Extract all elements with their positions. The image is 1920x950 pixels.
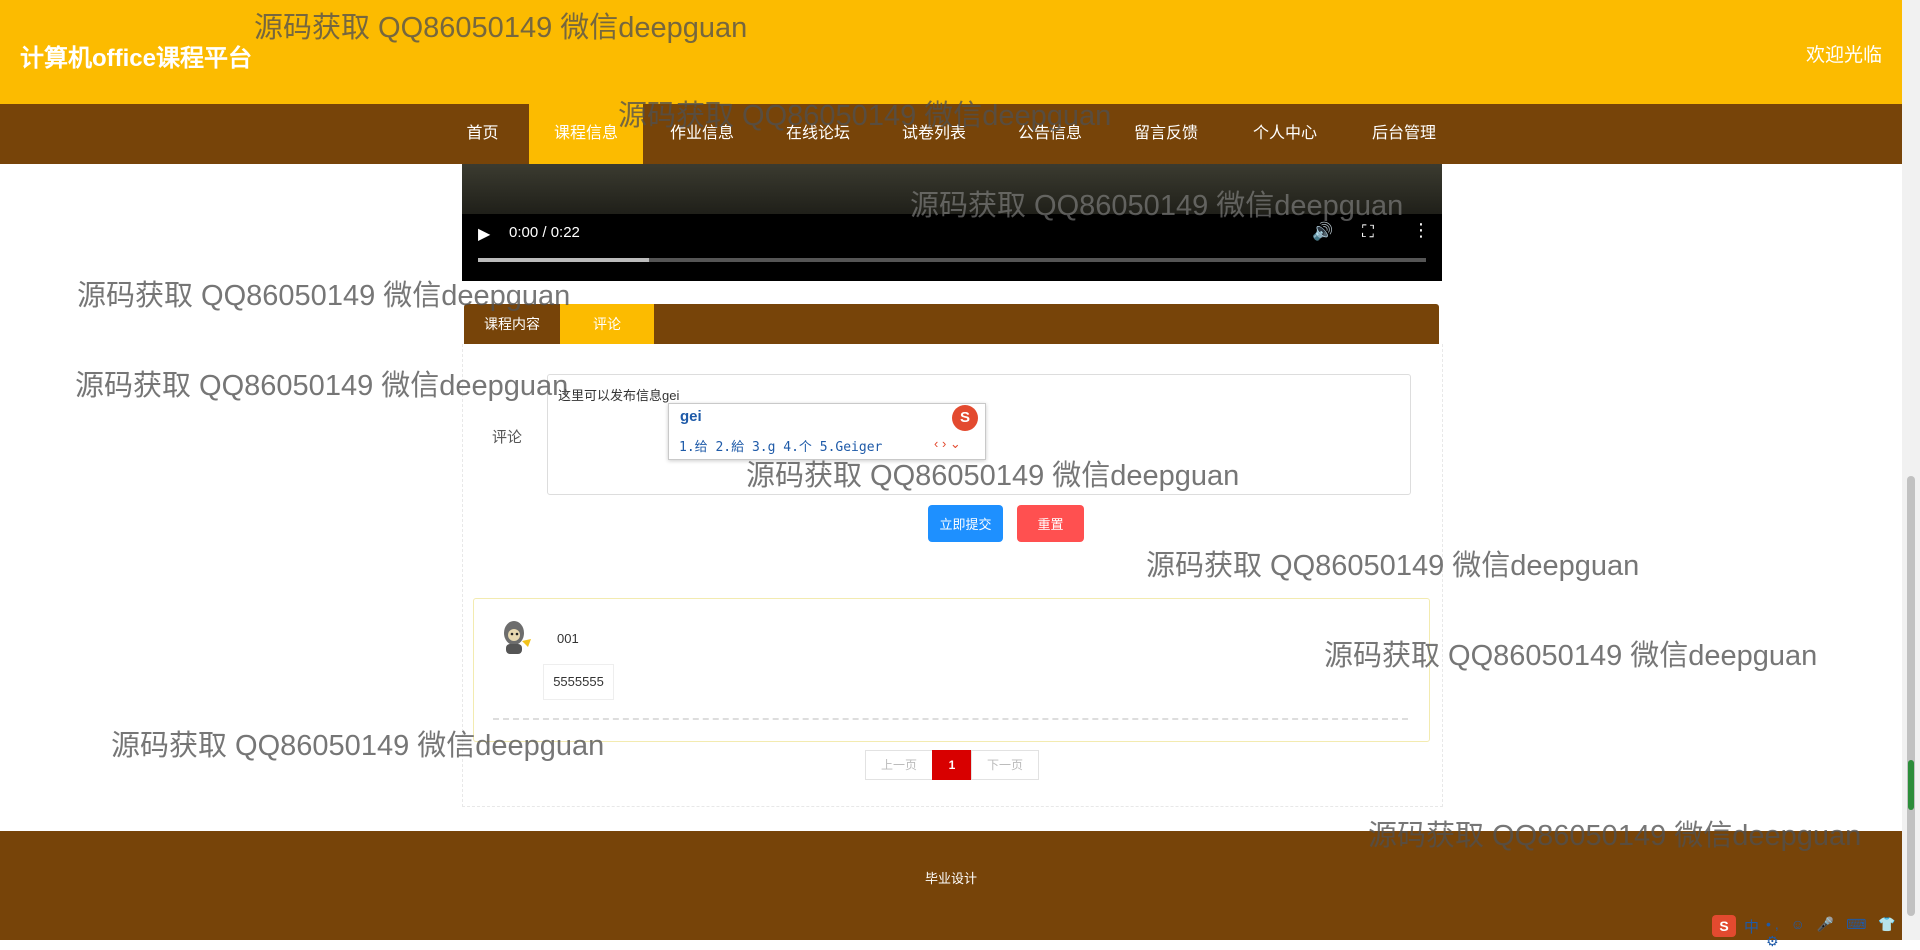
video-time: 0:00 / 0:22	[509, 224, 580, 241]
tab-comments[interactable]: 评论	[560, 304, 654, 344]
play-icon[interactable]: ▶	[478, 224, 498, 244]
video-controls	[462, 214, 1442, 281]
sogou-logo-icon: S	[952, 405, 978, 431]
nav-item-courses[interactable]: 课程信息	[529, 104, 643, 164]
comment-content: 5555555	[543, 664, 614, 700]
sogou-tray-icon[interactable]: S	[1712, 915, 1736, 937]
fullscreen-icon[interactable]: ⛶	[1362, 222, 1374, 242]
welcome-text: 欢迎光临	[1805, 45, 1882, 66]
site-header	[0, 0, 1902, 104]
nav-item-exams[interactable]: 试卷列表	[892, 104, 976, 164]
reset-button[interactable]: 重置	[1017, 505, 1084, 542]
prev-page-button[interactable]: 上一页	[865, 750, 933, 780]
site-title: 计算机office课程平台	[20, 45, 253, 72]
submit-button[interactable]: 立即提交	[928, 505, 1003, 542]
comment-label: 评论	[492, 429, 523, 446]
comment-list	[473, 598, 1430, 742]
comment-divider	[493, 718, 1408, 720]
tab-course-content[interactable]: 课程内容	[464, 304, 560, 344]
ime-candidate-list[interactable]: 1.给 2.給 3.g 4.个 5.Geiger	[679, 436, 882, 455]
nav-item-profile[interactable]: 个人中心	[1243, 104, 1327, 164]
nav-item-home[interactable]: 首页	[455, 104, 510, 164]
nav-item-admin[interactable]: 后台管理	[1362, 104, 1446, 164]
nav-item-homework[interactable]: 作业信息	[660, 104, 744, 164]
ime-toolbar-icons[interactable]: •, ☺ 🎤 ⌨ 👕 ⚙	[1766, 916, 1920, 950]
more-options-icon[interactable]: ⋮	[1412, 220, 1430, 241]
nav-item-forum[interactable]: 在线论坛	[776, 104, 860, 164]
ime-composition: gei	[680, 408, 702, 425]
input-language-indicator[interactable]: 中	[1744, 916, 1759, 937]
scroll-indicator	[1908, 760, 1914, 810]
avatar	[504, 621, 531, 654]
next-page-button[interactable]: 下一页	[971, 750, 1039, 780]
footer-text: 毕业设计	[924, 871, 977, 886]
volume-icon[interactable]: 🔊	[1312, 222, 1333, 242]
video-progress-fill	[478, 258, 649, 262]
scrollbar-thumb[interactable]	[1907, 476, 1915, 916]
nav-item-notices[interactable]: 公告信息	[1008, 104, 1092, 164]
nav-item-feedback[interactable]: 留言反馈	[1124, 104, 1208, 164]
ime-page-arrows-icon[interactable]: ‹ › ⌄	[934, 436, 961, 452]
comment-username: 001	[557, 631, 579, 646]
page-number-button[interactable]: 1	[932, 750, 972, 780]
